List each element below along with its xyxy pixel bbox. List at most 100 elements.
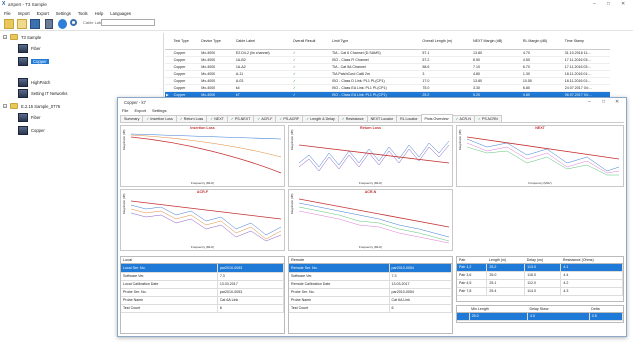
menu-tools[interactable]: Tools <box>78 11 88 16</box>
collapse-icon[interactable]: – <box>3 104 7 108</box>
menu-export[interactable]: Export <box>37 11 49 16</box>
info-cell: 6 <box>217 304 285 313</box>
menu-languages[interactable]: Languages <box>110 11 131 16</box>
tab-next[interactable]: ✓ NEXT <box>206 115 228 122</box>
pair-row[interactable]: Pair 4,5 25.1 112.0 4.2 <box>457 279 623 288</box>
table-row[interactable]: Copper Mx-4000 A-11 ✓ TIA PatchCord Cat6 2m 3… <box>165 70 610 78</box>
device-icon[interactable] <box>45 19 53 29</box>
tab-resistance[interactable]: ✓ Resistance <box>337 115 368 122</box>
tab-insertion-loss[interactable]: ✓ Insertion Loss <box>142 115 177 122</box>
column-header[interactable]: RL Margin (dB) <box>521 33 564 50</box>
column-header[interactable] <box>165 33 173 50</box>
menu-import[interactable]: Import <box>18 11 30 16</box>
info-cell: Cat 6A Link <box>217 296 285 305</box>
search-icon[interactable] <box>70 19 77 26</box>
child-menu-bar: File Export Settings <box>118 107 626 114</box>
child-menu-file[interactable]: File <box>122 108 128 113</box>
info-row[interactable]: Probe Name Cat 6A Link <box>121 296 285 305</box>
tab-acr-f[interactable]: ✓ ACR-F <box>253 115 277 122</box>
menu-help[interactable]: Help <box>95 11 104 16</box>
column-header[interactable]: Cable Label <box>234 33 292 50</box>
table-cell: 10.50 <box>521 77 564 85</box>
maximize-icon[interactable]: □ <box>607 1 610 7</box>
result-check-icon: ✓ <box>291 49 331 57</box>
pair-row[interactable]: Pair 1,2 25.2 113.0 4.1 <box>457 263 623 272</box>
tab-ps-acrn[interactable]: ✓ PS ACRN <box>473 115 502 122</box>
info-row[interactable]: Test Count 6 <box>289 304 453 313</box>
tab-plots-overview[interactable]: Plots Overview <box>420 114 453 122</box>
tab-label: Insertion Loss <box>150 117 173 121</box>
info-row[interactable]: Local Calibration Date 13.03.2017 <box>121 280 285 289</box>
info-row[interactable]: Remote Ser. No. par2010-0054 <box>289 264 453 273</box>
tree-item-fiber[interactable]: Fiber <box>18 44 41 53</box>
tree-item-e2-sample[interactable]: – E.2.15 Sample_0776 <box>3 103 60 109</box>
tab-summary[interactable]: Summary <box>120 115 144 122</box>
table-row[interactable]: Copper Mx-4000 k4 ✓ ISO - Class EA Link: PL1… <box>165 84 610 92</box>
minimize-icon[interactable]: – <box>588 99 591 105</box>
tree-item-highpatch[interactable]: HighPatch <box>18 78 50 87</box>
table-row[interactable]: Copper Mx-4000 E2.D4-2 (lin channel) ✓ TIA -… <box>165 49 610 57</box>
child-menu-settings[interactable]: Settings <box>152 108 166 113</box>
pair-cell: 25.4 <box>486 287 526 296</box>
tab-next-locator[interactable]: NEXT Locator <box>366 115 398 122</box>
column-header[interactable]: Limit Type <box>330 33 422 50</box>
test-detail-window: Copper - k7 – □ ✕ File Export Settings S… <box>117 97 627 337</box>
child-menu-export[interactable]: Export <box>134 108 146 113</box>
table-cell: 6.50 <box>472 56 522 64</box>
new-folder-icon[interactable] <box>17 19 27 29</box>
collapse-icon[interactable]: – <box>3 35 7 39</box>
column-header[interactable]: Time Stamp <box>563 33 610 50</box>
info-row[interactable]: Probe Ser. No. par2010-0054 <box>289 288 453 297</box>
close-icon[interactable]: ✕ <box>615 99 619 105</box>
pairs-table: Pair Length (m) Delay (ns) Resistance (Ohms… <box>456 256 624 302</box>
pair-row[interactable]: Pair 3,6 25.0 116.0 4.4 <box>457 271 623 280</box>
summary-row[interactable]: 25.0 4.0 0.5 <box>457 312 624 321</box>
info-icon[interactable] <box>58 19 67 29</box>
info-row[interactable]: Local Ser. No. par2010-0053 <box>121 264 285 273</box>
plot-ylabel: Magnitude (dB) <box>290 129 294 150</box>
save-icon[interactable] <box>30 19 40 29</box>
pair-cell: 4.3 <box>560 287 623 296</box>
table-cell: Mx-4000 <box>200 70 235 78</box>
tab-ps-acrf[interactable]: ✓ PS-ACRF <box>275 115 304 122</box>
table-cell: 18.11.2016 01:... <box>563 70 610 78</box>
info-row[interactable]: Remote Calibration Date 13.03.2017 <box>289 280 453 289</box>
maximize-icon[interactable]: □ <box>602 99 605 105</box>
cable-label-input[interactable] <box>101 19 155 26</box>
table-cell: 3 <box>421 70 473 78</box>
results-table: Test Type Device Type Cable Label Overall R… <box>163 33 633 103</box>
tab-rl-locator[interactable]: RL Locator <box>396 115 422 122</box>
menu-settings[interactable]: Settings <box>56 11 71 16</box>
tree-item-copper-2[interactable]: Copper <box>18 126 45 135</box>
tree-item-copper[interactable]: Copper <box>18 57 49 66</box>
table-row[interactable]: Copper Mx-4000 1A-B2 ✓ ISO - Class Fl Channe… <box>165 56 610 64</box>
info-row[interactable]: Software Ver. 7.3 <box>289 272 453 281</box>
info-row[interactable]: Test Count 6 <box>121 304 285 313</box>
tab-return-loss[interactable]: ✓ Return Loss <box>175 115 208 122</box>
info-row[interactable]: Probe Ser. No. par2010-0053 <box>121 288 285 297</box>
tab-ps-next[interactable]: ✓ PS-NEXT <box>226 115 255 122</box>
tree-item-setting-it-networks[interactable]: Setting IT Networks <box>18 89 67 98</box>
info-cell: Software Ver. <box>289 272 390 281</box>
tab-acr-n[interactable]: ✓ ACR-N <box>451 115 475 122</box>
tree-item-fiber-2[interactable]: Fiber <box>18 113 41 122</box>
table-cell: ISO - Class EA Link: PL1 PL(CP1) <box>330 84 422 92</box>
info-row[interactable]: Probe Name Cat 6A Link <box>289 296 453 305</box>
table-cell: Copper <box>172 77 201 85</box>
menu-file[interactable]: File <box>4 11 11 16</box>
column-header[interactable]: NEXT Margin (dB) <box>472 33 522 50</box>
info-row[interactable]: Software Ver. 7.3 <box>121 272 285 281</box>
column-header[interactable]: Device Type <box>200 33 235 50</box>
minimize-icon[interactable]: – <box>593 1 596 7</box>
table-row[interactable]: Copper Mx-4000 1A-A2 ✓ TIA - Cat 5A Channel 5… <box>165 63 610 71</box>
column-header[interactable]: Overall Length (m) <box>421 33 473 50</box>
tree-item-label: Fiber <box>31 115 41 120</box>
open-folder-icon[interactable] <box>4 19 14 29</box>
tab-length-delay[interactable]: ✓ Length & Delay <box>302 115 339 122</box>
pair-row[interactable]: Pair 7,8 25.4 114.0 4.3 <box>457 287 623 296</box>
column-header[interactable]: Overall Result <box>291 33 331 50</box>
close-icon[interactable]: ✕ <box>621 1 625 7</box>
tree-item-t3-sample[interactable]: – T3 Sample <box>3 34 41 40</box>
column-header[interactable]: Test Type <box>172 33 201 50</box>
table-row[interactable]: Copper Mx-4000 A-03 ✓ ISO - Class D Link: PL… <box>165 77 610 85</box>
